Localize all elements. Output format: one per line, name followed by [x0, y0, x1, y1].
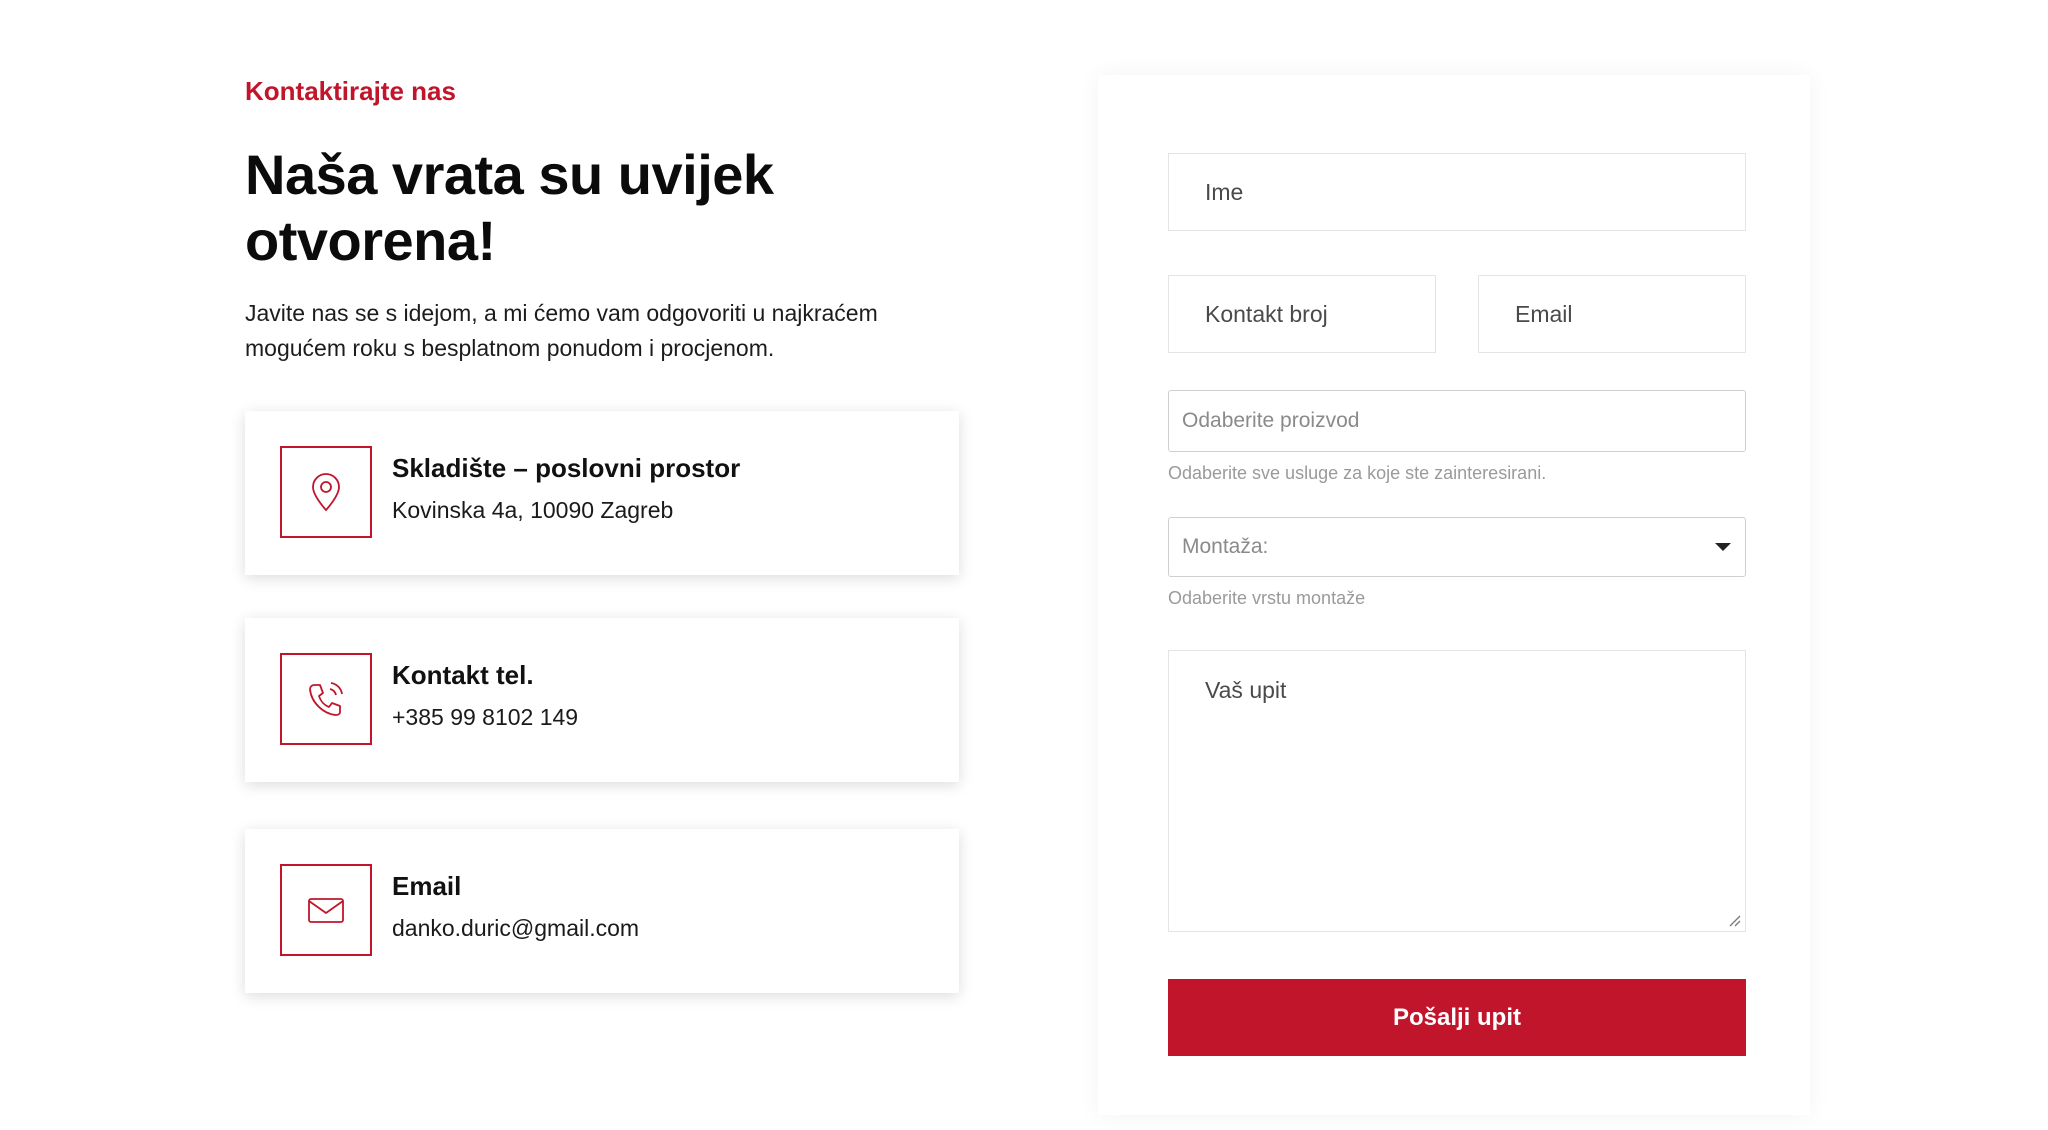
location-pin-icon — [280, 446, 372, 538]
submit-button[interactable]: Pošalji upit — [1168, 979, 1746, 1056]
message-placeholder: Vaš upit — [1205, 677, 1287, 703]
product-select[interactable]: Odaberite proizvod — [1168, 390, 1746, 452]
mounting-select-value: Montaža: — [1182, 535, 1269, 558]
name-field[interactable]: Ime — [1168, 153, 1746, 231]
phone-icon — [280, 653, 372, 745]
email-card: Email danko.duric@gmail.com — [245, 829, 959, 993]
resize-handle-icon[interactable] — [1725, 911, 1741, 927]
card-title: Kontakt tel. — [392, 660, 534, 690]
product-help-text: Odaberite sve usluge za koje ste zainter… — [1168, 463, 1547, 483]
mounting-select[interactable]: Montaža: — [1168, 517, 1746, 577]
phone-card: Kontakt tel. +385 99 8102 149 — [245, 618, 959, 782]
message-textarea[interactable]: Vaš upit — [1168, 650, 1746, 932]
address-card: Skladište – poslovni prostor Kovinska 4a… — [245, 411, 959, 575]
card-title: Email — [392, 871, 462, 901]
page-title: Naša vrata su uvijek otvorena! — [245, 143, 774, 272]
mounting-help-text: Odaberite vrstu montaže — [1168, 588, 1366, 608]
intro-text: Javite nas se s idejom, a mi ćemo vam od… — [245, 300, 878, 361]
email-value[interactable]: danko.duric@gmail.com — [392, 915, 639, 942]
chevron-down-icon — [1715, 543, 1731, 551]
phone-field[interactable]: Kontakt broj — [1168, 275, 1436, 353]
envelope-icon — [280, 864, 372, 956]
contact-form-panel: Ime Kontakt broj Email Odaberite proizvo… — [1098, 75, 1810, 1115]
product-select-placeholder: Odaberite proizvod — [1182, 409, 1360, 432]
phone-value[interactable]: +385 99 8102 149 — [392, 704, 578, 731]
address-value: Kovinska 4a, 10090 Zagreb — [392, 497, 674, 523]
section-eyebrow: Kontaktirajte nas — [245, 76, 456, 106]
email-field[interactable]: Email — [1478, 275, 1746, 353]
card-title: Skladište – poslovni prostor — [392, 453, 741, 483]
